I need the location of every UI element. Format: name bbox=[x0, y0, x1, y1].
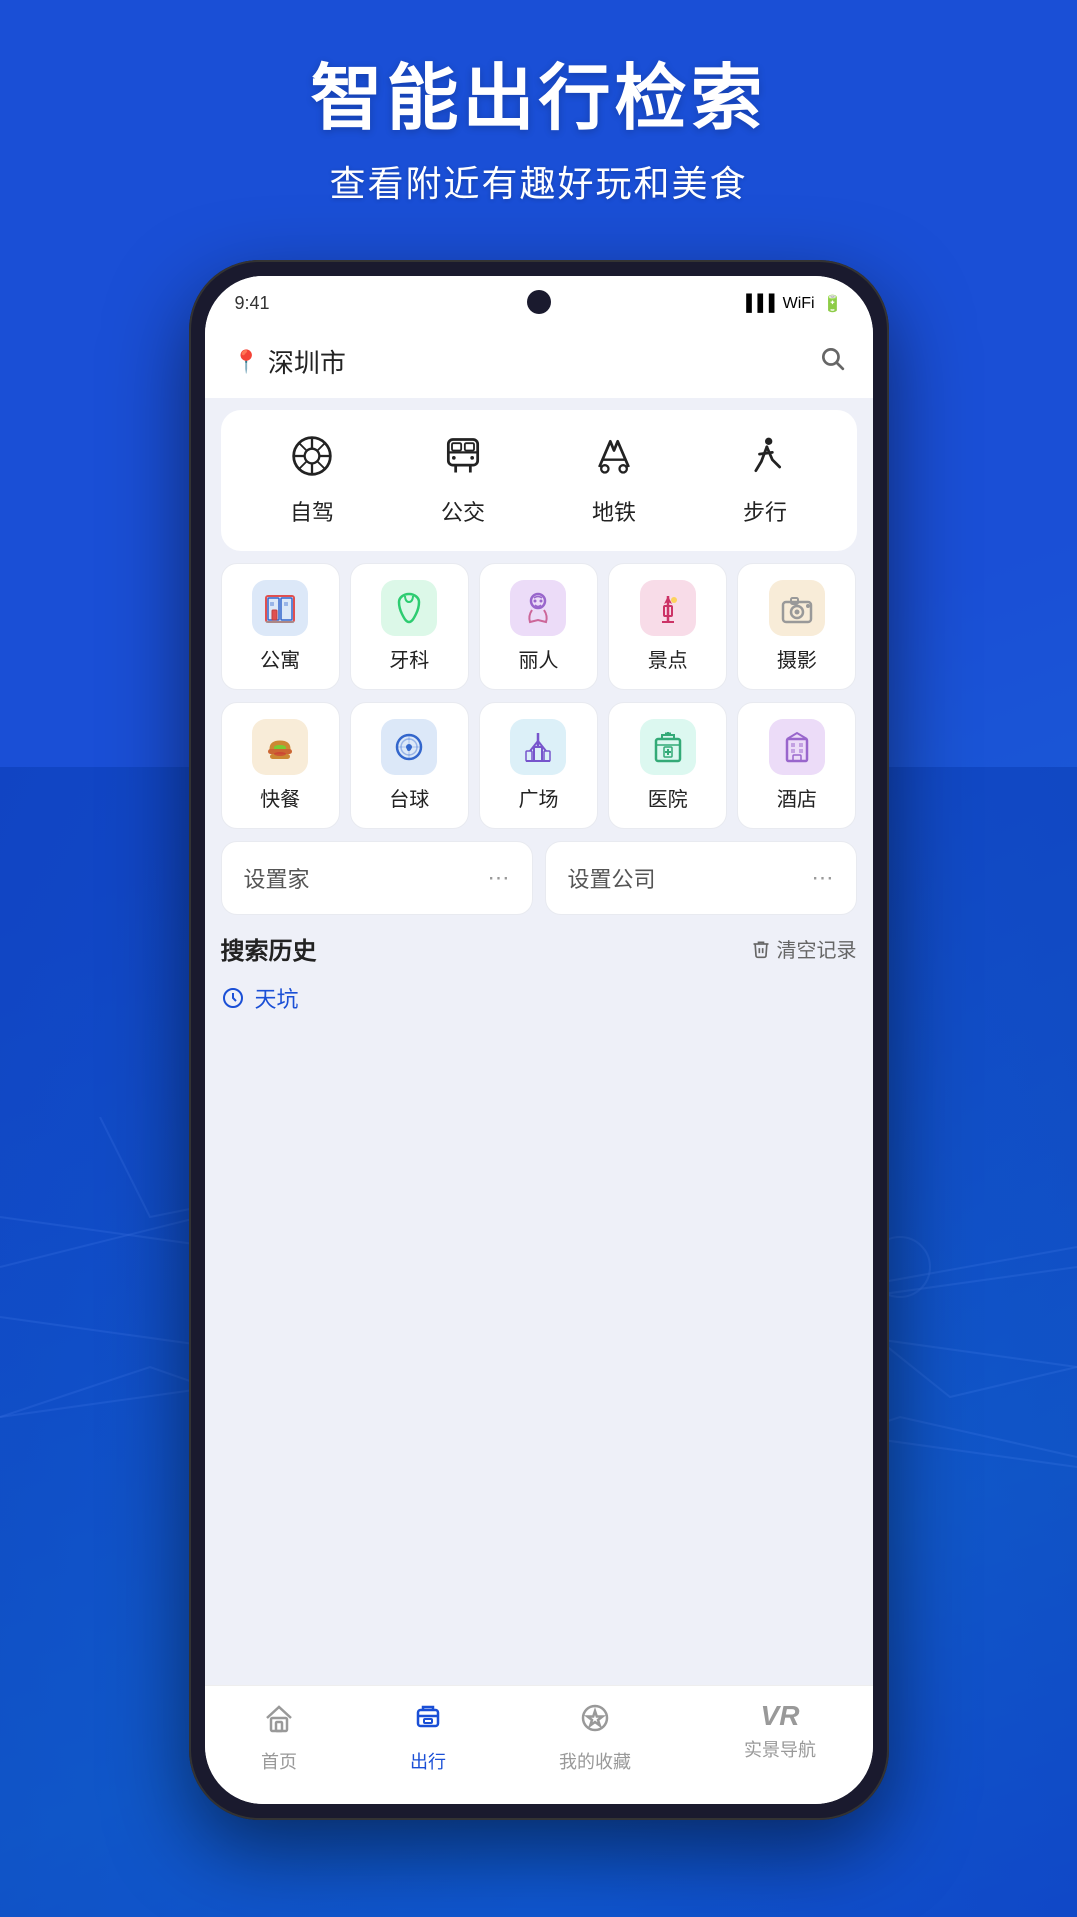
plaza-icon bbox=[510, 719, 566, 775]
walk-label: 步行 bbox=[743, 495, 787, 527]
hospital-label: 医院 bbox=[648, 783, 688, 812]
dental-label: 牙科 bbox=[389, 644, 429, 673]
photo-icon bbox=[769, 580, 825, 636]
fastfood-label: 快餐 bbox=[260, 783, 300, 812]
billiard-label: 台球 bbox=[389, 783, 429, 812]
transport-item-metro[interactable]: 地铁 bbox=[592, 434, 636, 527]
fastfood-icon bbox=[252, 719, 308, 775]
wifi-icon: WiFi bbox=[783, 295, 815, 313]
signal-icon: ▐▐▐ bbox=[741, 295, 775, 313]
location-pin-icon: 📍 bbox=[233, 349, 260, 375]
set-company-label: 设置公司 bbox=[568, 862, 656, 894]
bus-label: 公交 bbox=[441, 495, 485, 527]
transport-item-bus[interactable]: 公交 bbox=[441, 434, 485, 527]
category-item-beauty[interactable]: 丽人 bbox=[479, 563, 598, 690]
category-item-apartment[interactable]: 公寓 bbox=[221, 563, 340, 690]
nav-item-favorites[interactable]: 我的收藏 bbox=[559, 1702, 631, 1774]
home-nav-label: 首页 bbox=[261, 1748, 297, 1774]
svg-text:9: 9 bbox=[407, 743, 412, 753]
category-item-hospital[interactable]: 医院 bbox=[608, 702, 727, 829]
category-grid-row1: 公寓 牙科 bbox=[221, 563, 857, 690]
category-grid-row2: 快餐 9 台球 bbox=[221, 702, 857, 829]
phone-frame: 9:41 ▐▐▐ WiFi 🔋 📍 深圳市 bbox=[189, 260, 889, 1820]
set-home-button[interactable]: 设置家 ⋯ bbox=[221, 841, 533, 915]
header-section: 智能出行检索 查看附近有趣好玩和美食 bbox=[0, 60, 1077, 207]
plaza-label: 广场 bbox=[518, 783, 558, 812]
history-title: 搜索历史 bbox=[221, 931, 317, 966]
transport-item-walk[interactable]: 步行 bbox=[743, 434, 787, 527]
set-home-label: 设置家 bbox=[244, 862, 310, 894]
company-more-icon[interactable]: ⋯ bbox=[812, 865, 834, 891]
photo-label: 摄影 bbox=[777, 644, 817, 673]
apartment-label: 公寓 bbox=[260, 644, 300, 673]
home-more-icon[interactable]: ⋯ bbox=[488, 865, 510, 891]
history-item-text: 天坑 bbox=[255, 982, 299, 1014]
category-item-dental[interactable]: 牙科 bbox=[350, 563, 469, 690]
bus-icon bbox=[441, 434, 485, 485]
phone-notch bbox=[527, 290, 551, 314]
phone-inner: 9:41 ▐▐▐ WiFi 🔋 📍 深圳市 bbox=[205, 276, 873, 1804]
walk-icon bbox=[743, 434, 787, 485]
trash-icon bbox=[751, 939, 771, 959]
search-icon-button[interactable] bbox=[819, 345, 845, 378]
status-icons: ▐▐▐ WiFi 🔋 bbox=[741, 294, 843, 314]
transport-section: 自驾 公 bbox=[221, 410, 857, 551]
category-item-fastfood[interactable]: 快餐 bbox=[221, 702, 340, 829]
beauty-icon bbox=[510, 580, 566, 636]
dental-icon bbox=[381, 580, 437, 636]
apartment-icon bbox=[252, 580, 308, 636]
vr-nav-label: 实景导航 bbox=[744, 1736, 816, 1762]
category-item-hotel[interactable]: 酒店 bbox=[737, 702, 856, 829]
vr-nav-icon: VR bbox=[761, 1702, 800, 1730]
billiard-icon: 9 bbox=[381, 719, 437, 775]
nav-item-home[interactable]: 首页 bbox=[261, 1702, 297, 1774]
location-text: 深圳市 bbox=[268, 343, 346, 380]
time-display: 9:41 bbox=[235, 293, 270, 314]
location-display: 📍 深圳市 bbox=[233, 343, 346, 380]
category-item-attraction[interactable]: 景点 bbox=[608, 563, 727, 690]
beauty-label: 丽人 bbox=[518, 644, 558, 673]
clock-icon bbox=[221, 986, 245, 1010]
clear-label: 清空记录 bbox=[777, 934, 857, 963]
driving-label: 自驾 bbox=[290, 495, 334, 527]
travel-nav-icon bbox=[412, 1702, 444, 1742]
category-item-photo[interactable]: 摄影 bbox=[737, 563, 856, 690]
transport-item-driving[interactable]: 自驾 bbox=[290, 434, 334, 527]
category-item-billiard[interactable]: 9 台球 bbox=[350, 702, 469, 829]
history-section: 搜索历史 清空记录 bbox=[221, 931, 857, 1685]
attraction-icon bbox=[640, 580, 696, 636]
set-company-button[interactable]: 设置公司 ⋯ bbox=[545, 841, 857, 915]
favorites-nav-icon bbox=[579, 1702, 611, 1742]
home-nav-icon bbox=[263, 1702, 295, 1742]
category-item-plaza[interactable]: 广场 bbox=[479, 702, 598, 829]
quick-actions: 设置家 ⋯ 设置公司 ⋯ bbox=[221, 841, 857, 915]
favorites-nav-label: 我的收藏 bbox=[559, 1748, 631, 1774]
hospital-icon bbox=[640, 719, 696, 775]
driving-icon bbox=[290, 434, 334, 485]
bottom-nav: 首页 出行 bbox=[205, 1685, 873, 1804]
history-header: 搜索历史 清空记录 bbox=[221, 931, 857, 966]
metro-label: 地铁 bbox=[592, 495, 636, 527]
nav-item-vr[interactable]: VR 实景导航 bbox=[744, 1702, 816, 1774]
app-screen: 9:41 ▐▐▐ WiFi 🔋 📍 深圳市 bbox=[205, 276, 873, 1804]
clear-history-button[interactable]: 清空记录 bbox=[751, 934, 857, 963]
battery-icon: 🔋 bbox=[823, 294, 843, 314]
main-title: 智能出行检索 bbox=[0, 60, 1077, 139]
nav-item-travel[interactable]: 出行 bbox=[410, 1702, 446, 1774]
history-item[interactable]: 天坑 bbox=[221, 982, 857, 1014]
sub-title: 查看附近有趣好玩和美食 bbox=[0, 155, 1077, 207]
search-bar[interactable]: 📍 深圳市 bbox=[205, 331, 873, 398]
hotel-icon bbox=[769, 719, 825, 775]
hotel-label: 酒店 bbox=[777, 783, 817, 812]
attraction-label: 景点 bbox=[648, 644, 688, 673]
metro-icon bbox=[592, 434, 636, 485]
travel-nav-label: 出行 bbox=[410, 1748, 446, 1774]
